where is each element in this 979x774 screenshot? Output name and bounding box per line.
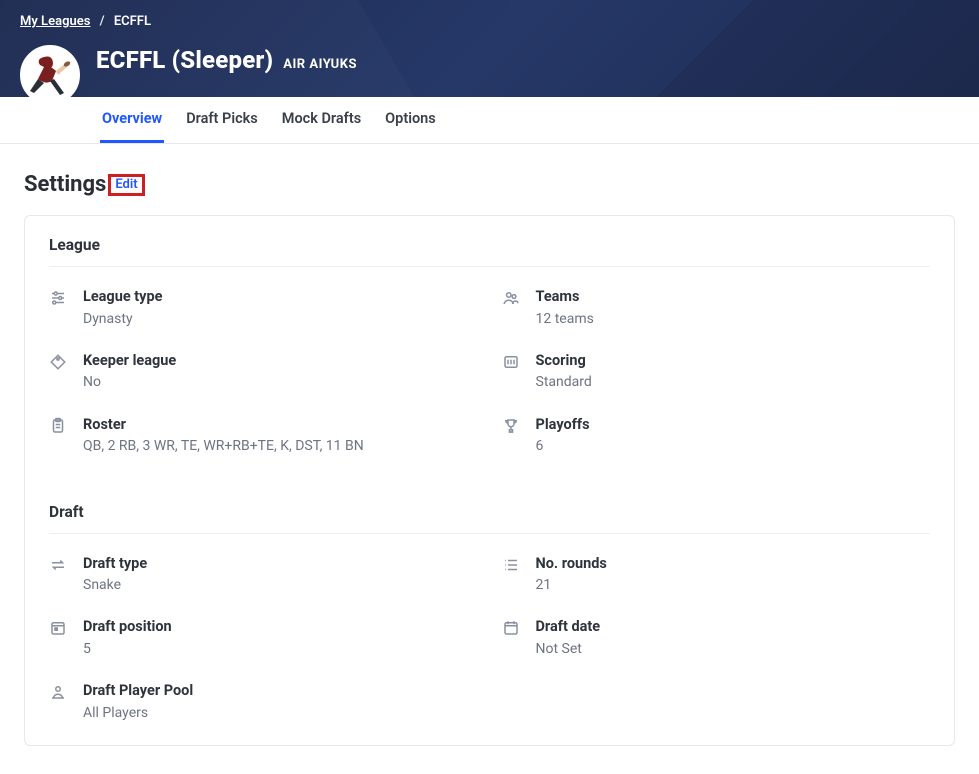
player-icon — [26, 51, 74, 99]
breadcrumb-root-link[interactable]: My Leagues — [20, 14, 90, 29]
league-header: My Leagues / ECFFL ECFFL (Sleeper) AIR A… — [0, 0, 979, 97]
league-grid: League type Dynasty Teams 12 teams K — [25, 267, 954, 457]
label: Keeper league — [83, 351, 176, 371]
tag-icon — [49, 353, 67, 371]
list-icon — [502, 556, 520, 574]
scoreboard-icon — [502, 353, 520, 371]
league-section-title: League — [25, 216, 954, 254]
edit-link[interactable]: Edit — [115, 177, 137, 192]
player-pool-icon — [49, 683, 67, 701]
breadcrumb-separator: / — [100, 14, 105, 29]
item-draft-date: Draft date Not Set — [502, 617, 931, 659]
value: Standard — [536, 372, 592, 392]
value: All Players — [83, 703, 193, 723]
value: 12 teams — [536, 309, 594, 329]
draft-section-title: Draft — [25, 483, 954, 521]
label: Playoffs — [536, 415, 590, 435]
sliders-icon — [49, 289, 67, 307]
breadcrumb-current: ECFFL — [114, 14, 151, 29]
item-no-rounds: No. rounds 21 — [502, 554, 931, 596]
value: QB, 2 RB, 3 WR, TE, WR+RB+TE, K, DST, 11… — [83, 436, 364, 456]
label: Teams — [536, 287, 594, 307]
tab-overview[interactable]: Overview — [100, 97, 164, 143]
edit-highlight: Edit — [108, 174, 144, 196]
label: Draft Player Pool — [83, 681, 193, 701]
item-player-pool: Draft Player Pool All Players — [49, 681, 478, 723]
settings-card: League League type Dynasty Teams 12 team… — [24, 215, 955, 746]
value: 5 — [83, 639, 172, 659]
item-keeper: Keeper league No — [49, 351, 478, 393]
label: Draft type — [83, 554, 147, 574]
item-roster: Roster QB, 2 RB, 3 WR, TE, WR+RB+TE, K, … — [49, 415, 478, 457]
value: No — [83, 372, 176, 392]
tab-mock-drafts[interactable]: Mock Drafts — [280, 97, 363, 143]
trophy-icon — [502, 417, 520, 435]
label: No. rounds — [536, 554, 607, 574]
calendar-icon — [502, 619, 520, 637]
label: League type — [83, 287, 162, 307]
tab-bar: Overview Draft Picks Mock Drafts Options — [0, 97, 979, 144]
label: Draft position — [83, 617, 172, 637]
team-avatar — [20, 45, 80, 105]
league-title: ECFFL (Sleeper) — [96, 46, 273, 74]
content-area: Settings Edit League League type Dynasty — [0, 144, 979, 774]
item-teams: Teams 12 teams — [502, 287, 931, 329]
breadcrumb: My Leagues / ECFFL — [20, 14, 959, 29]
value: 6 — [536, 436, 590, 456]
value: Snake — [83, 575, 147, 595]
label: Roster — [83, 415, 364, 435]
item-scoring: Scoring Standard — [502, 351, 931, 393]
item-playoffs: Playoffs 6 — [502, 415, 931, 457]
settings-title: Settings — [24, 172, 106, 197]
teams-icon — [502, 289, 520, 307]
team-name: AIR AIYUKS — [283, 57, 357, 72]
item-league-type: League type Dynasty — [49, 287, 478, 329]
value: Not Set — [536, 639, 601, 659]
value: Dynasty — [83, 309, 162, 329]
item-draft-type: Draft type Snake — [49, 554, 478, 596]
label: Draft date — [536, 617, 601, 637]
label: Scoring — [536, 351, 592, 371]
tab-options[interactable]: Options — [383, 97, 438, 143]
tab-draft-picks[interactable]: Draft Picks — [184, 97, 260, 143]
value: 21 — [536, 575, 607, 595]
draft-grid: Draft type Snake No. rounds 21 Draft — [25, 534, 954, 724]
clipboard-icon — [49, 417, 67, 435]
calendar-position-icon — [49, 619, 67, 637]
item-draft-position: Draft position 5 — [49, 617, 478, 659]
swap-icon — [49, 556, 67, 574]
